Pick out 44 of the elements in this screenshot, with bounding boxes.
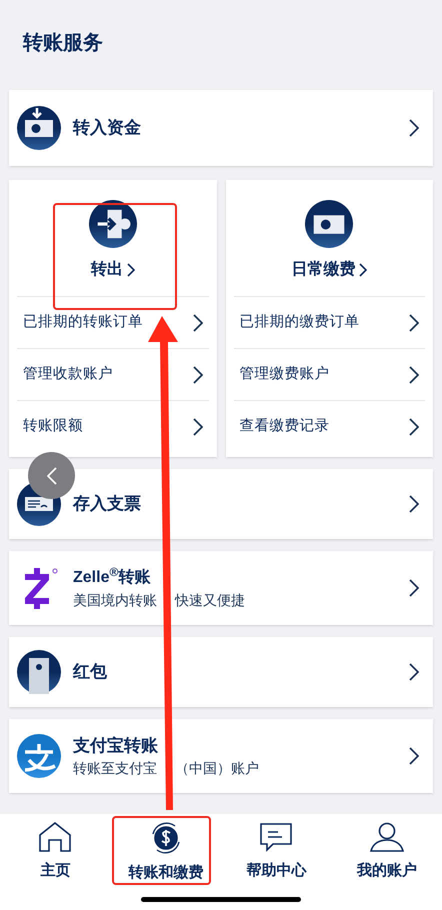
service-subtitle: 快速又便捷 <box>175 590 245 610</box>
panel-link[interactable]: 查看缴费记录 <box>234 401 425 453</box>
tab-item[interactable]: 我的账户 <box>332 822 442 884</box>
chevron-icon <box>409 314 419 332</box>
envelope-icon <box>17 650 61 694</box>
service-row[interactable]: Zelle$^{®}$转账 美国境内转账 快速又便捷 <box>9 551 433 625</box>
chevron-icon <box>409 663 419 681</box>
chevron-icon <box>192 314 202 332</box>
chat-bubble-icon <box>259 822 294 852</box>
panel-link[interactable]: 管理缴费账户 <box>234 349 425 401</box>
chevron-icon <box>192 366 202 384</box>
transfer-in-row[interactable]: 转入资金 <box>9 90 433 166</box>
chevron-icon <box>409 747 419 765</box>
service-row[interactable]: 支付宝转账 转账至支付宝 （中国）账户 <box>9 719 433 793</box>
chevron-icon <box>409 366 419 384</box>
service-title: 红包 <box>73 661 108 684</box>
chevron-icon <box>409 418 419 436</box>
person-icon <box>368 822 405 852</box>
service-row[interactable]: 红包 <box>9 637 433 707</box>
service-title: 支付宝转账 <box>73 734 159 757</box>
panel-link[interactable]: 转账限额 <box>17 401 208 453</box>
banknote-icon <box>305 200 354 248</box>
panel-header-button[interactable]: 转出 <box>17 180 208 297</box>
service-title: Zelle$^{®}$转账 <box>73 566 152 588</box>
panel-header-button[interactable]: 日常缴费 <box>234 180 425 297</box>
chevron-icon <box>409 119 419 137</box>
chevron-icon <box>192 418 202 436</box>
tab-item[interactable]: 转账和缴费 <box>110 822 221 884</box>
page-title: 转账服务 <box>23 31 103 56</box>
alipay-icon <box>17 734 61 778</box>
chevron-icon <box>126 263 135 277</box>
chevron-icon <box>359 263 368 277</box>
home-icon <box>38 822 72 852</box>
panel-link[interactable]: 已排期的缴费订单 <box>234 297 425 349</box>
tab-item[interactable]: 主页 <box>0 822 110 884</box>
cash-in-icon <box>17 106 61 150</box>
service-subtitle: 转账至支付宝 <box>73 759 157 778</box>
service-subtitle: 美国境内转账 <box>73 590 157 610</box>
service-subtitle: （中国）账户 <box>175 759 259 778</box>
service-title: 存入支票 <box>73 493 142 516</box>
chevron-icon <box>409 579 419 597</box>
chevron-icon <box>409 495 419 513</box>
service-row[interactable]: 存入支票 <box>9 469 433 539</box>
tab-item[interactable]: 帮助中心 <box>221 822 332 884</box>
